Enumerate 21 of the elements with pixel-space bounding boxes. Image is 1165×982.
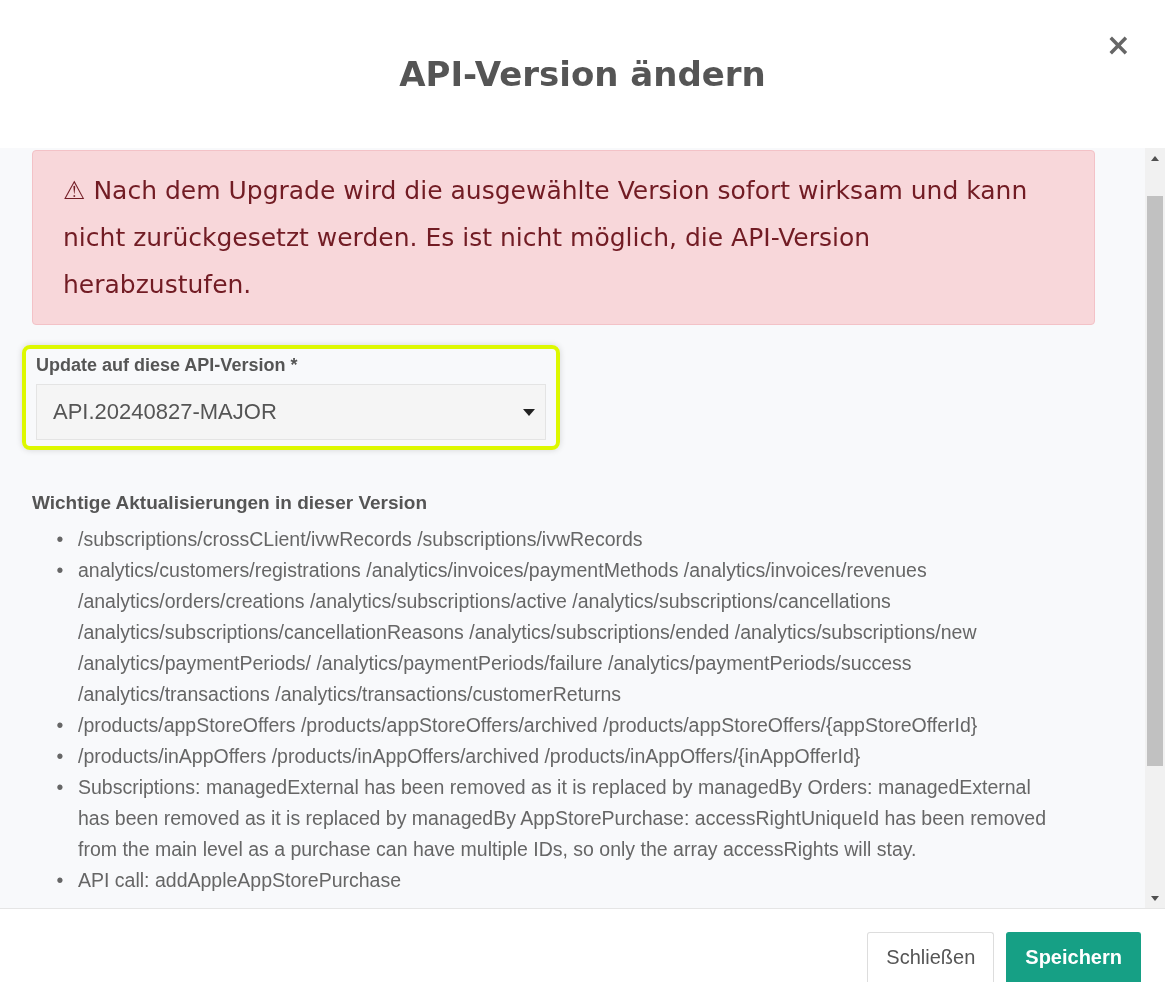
close-dialog-button[interactable]: Schließen: [867, 932, 995, 982]
bullet: •: [55, 775, 65, 800]
bullet: •: [55, 868, 65, 893]
caret-icon: [523, 408, 535, 416]
field-label: Update auf diese API-Version *: [36, 355, 298, 376]
bullet: •: [55, 527, 65, 552]
bullet: •: [55, 558, 65, 583]
update-item: /products/inAppOffers /products/inAppOffers/archived /products/inAppOffers/{inAppOfferId}: [78, 744, 862, 769]
close-button[interactable]: ×: [1101, 30, 1135, 60]
bullet: •: [55, 713, 65, 738]
update-item: /subscriptions/crossCLient/ivwRecords /subscriptions/ivwRecords: [78, 527, 644, 552]
update-item: API call: addAppleAppStorePurchase: [78, 868, 403, 893]
version-select[interactable]: API.20240827-MAJOR: [36, 384, 546, 440]
scrollbar-thumb[interactable]: [1147, 196, 1163, 766]
dialog-title: API-Version ändern: [399, 54, 766, 94]
update-item: /products/appStoreOffers /products/appStoreOffers/archived /products/appStoreOffers/{appStoreOfferId}: [78, 713, 979, 738]
section-heading: Wichtige Aktualisierungen in dieser Version: [32, 492, 428, 514]
bullet: •: [55, 744, 65, 769]
warning-alert: ⚠ Nach dem Upgrade wird die ausgewählte Version sofort wirksam und kann nicht zurückgesetzt werden. Es ist nicht möglich, die API-Version herabzustufen.: [32, 150, 1095, 325]
update-item: Subscriptions: managedExternal has been removed as it is replaced by managedBy Orders: managedExternal has been removed as it is replaced by managedBy AppStorePurchase: accessRightUniqueId has been removed from the main level as a purchase can have multiple IDs, so only the array accessRights will stay.: [78, 775, 1047, 862]
update-item: analytics/customers/registrations /analytics/invoices/paymentMethods /analytics/invoices/revenues /analytics/orders/creations /analytics/subscriptions/active /analytics/subscriptions/cancellations /analytics/subscriptions/cancellationReasons /analytics/subscriptions/ended /analytics/subscriptions/new /analytics/paymentPeriods/ /analytics/paymentPeriods/failure /analytics/paymentPeriods/success /analytics/transactions /analytics/transactions/customerReturns: [78, 558, 978, 707]
